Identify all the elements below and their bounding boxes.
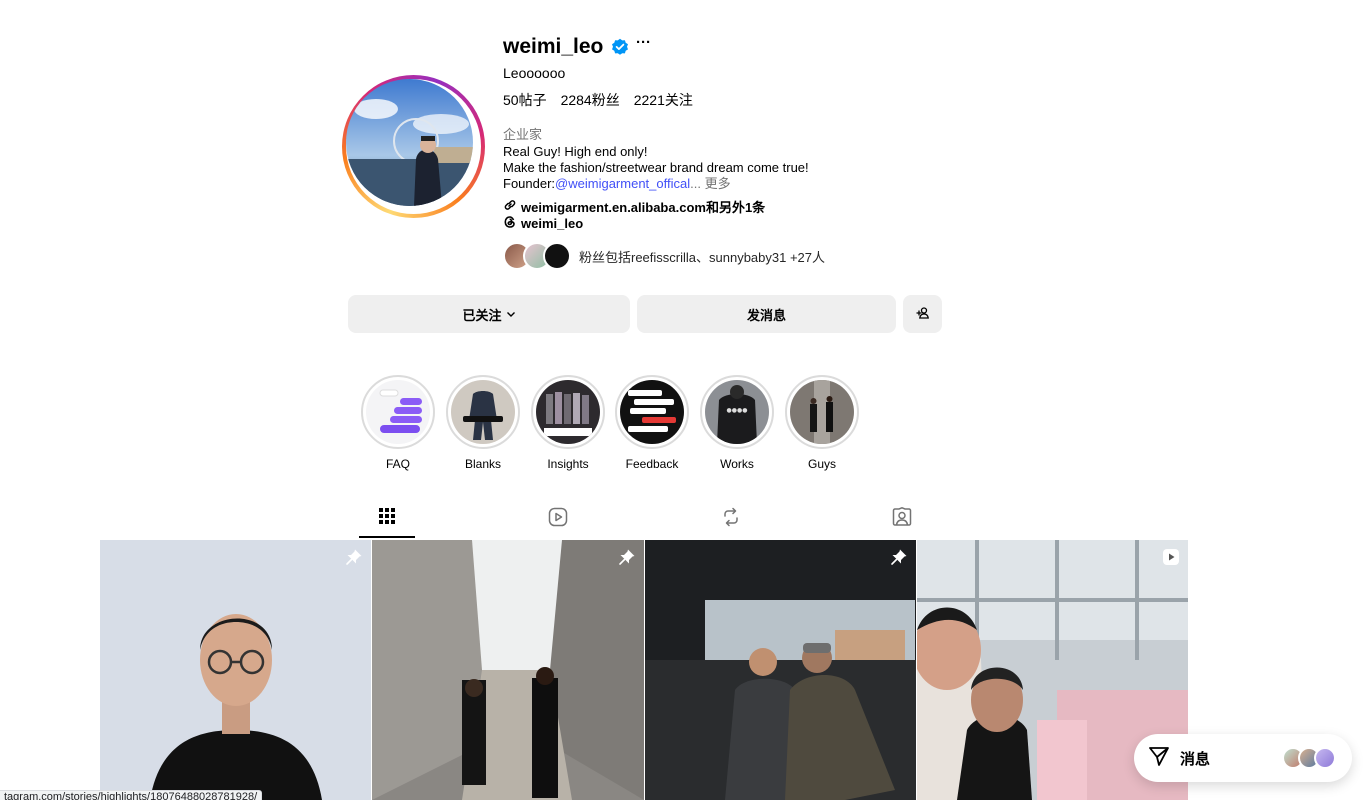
pinned-icon <box>618 548 636 571</box>
bio-founder-prefix: Founder: <box>503 176 556 191</box>
profile-bio: Real Guy! High end only! Make the fashio… <box>503 144 809 192</box>
link-icon <box>503 198 517 215</box>
posts-count: 50帖子 <box>503 92 547 108</box>
post-thumbnail[interactable] <box>100 540 372 800</box>
bio-line: Founder:@weimigarment_offical... 更多 <box>503 176 809 192</box>
suggest-people-button[interactable] <box>903 295 942 333</box>
message-label: 发消息 <box>746 307 786 323</box>
highlight-cover <box>620 380 684 444</box>
reel-icon <box>1162 548 1180 571</box>
bio-more-button[interactable]: ... 更多 <box>690 176 730 191</box>
tab-tagged[interactable] <box>874 500 930 538</box>
follower-avatar <box>543 242 571 270</box>
tab-reposts[interactable] <box>703 500 759 538</box>
highlight-faq[interactable]: FAQ <box>361 375 435 471</box>
highlight-label: Feedback <box>625 457 679 471</box>
highlight-works[interactable]: ●●●● Works <box>700 375 774 471</box>
profile-page: weimi_leo ··· Leoooooo 50帖子 2284粉丝 2221关… <box>0 0 1370 800</box>
profile-username: weimi_leo <box>503 35 604 58</box>
add-user-icon <box>915 306 930 323</box>
message-button[interactable]: 发消息 <box>637 295 896 333</box>
highlight-feedback[interactable]: Feedback <box>615 375 689 471</box>
threads-handle[interactable]: weimi_leo <box>521 216 583 231</box>
followed-by[interactable]: 粉丝包括reefisscrilla、sunnybaby31 +27人 <box>503 242 825 270</box>
external-link[interactable]: weimigarment.en.alibaba.com和另外1条 <box>503 197 765 216</box>
external-link-text[interactable]: weimigarment.en.alibaba.com和另外1条 <box>521 197 765 216</box>
profile-tabs <box>359 500 943 538</box>
highlight-cover <box>451 380 515 444</box>
highlight-label: Works <box>720 457 754 471</box>
verified-badge-icon <box>611 38 629 56</box>
posts-grid-icon <box>378 507 396 530</box>
avatar <box>1314 747 1336 769</box>
profile-stats: 50帖子 2284粉丝 2221关注 <box>503 90 693 110</box>
bio-mention-link[interactable]: @weimigarment_offical <box>555 176 690 191</box>
messages-avatars <box>1282 747 1336 769</box>
tab-posts[interactable] <box>359 500 415 538</box>
profile-category: 企业家 <box>503 127 543 142</box>
highlight-insights[interactable]: Insights <box>531 375 605 471</box>
highlight-cover <box>536 380 600 444</box>
followers-count[interactable]: 2284粉丝 <box>561 90 620 110</box>
post-thumbnail[interactable] <box>644 540 916 800</box>
highlight-cover <box>366 380 430 444</box>
bio-line: Make the fashion/streetwear brand dream … <box>503 160 809 175</box>
avatar-photo <box>346 79 473 206</box>
following-button[interactable]: 已关注 <box>348 295 630 333</box>
following-label: 已关注 <box>462 307 502 323</box>
highlight-guys[interactable]: Guys <box>785 375 859 471</box>
reposts-icon <box>721 507 741 532</box>
tagged-icon <box>892 506 912 532</box>
bio-line: Real Guy! High end only! <box>503 144 648 159</box>
threads-icon <box>503 215 517 232</box>
posts-grid <box>100 540 1188 800</box>
post-thumbnail[interactable] <box>372 540 644 800</box>
svg-text:●●●●: ●●●● <box>727 407 748 414</box>
highlight-cover <box>790 380 854 444</box>
pinned-icon <box>345 548 363 571</box>
following-count[interactable]: 2221关注 <box>634 90 693 110</box>
status-bar-url: tagram.com/stories/highlights/1807648802… <box>0 790 263 800</box>
profile-avatar[interactable] <box>342 75 485 218</box>
chevron-down-icon <box>506 307 516 322</box>
reels-icon <box>548 507 568 532</box>
followed-by-text: 粉丝包括reefisscrilla、sunnybaby31 +27人 <box>579 249 826 265</box>
highlight-label: Insights <box>547 457 589 471</box>
highlight-label: Blanks <box>464 457 502 471</box>
highlight-cover: ●●●● <box>705 380 769 444</box>
profile-full-name: Leoooooo <box>503 65 566 81</box>
messages-bubble[interactable]: 消息 <box>1134 734 1352 782</box>
more-options-icon[interactable]: ··· <box>636 34 651 51</box>
pinned-icon <box>890 548 908 571</box>
highlight-label: Guys <box>807 457 836 471</box>
send-icon <box>1148 745 1170 772</box>
tab-reels[interactable] <box>530 500 586 538</box>
highlight-blanks[interactable]: Blanks <box>446 375 520 471</box>
messages-label: 消息 <box>1180 750 1211 768</box>
highlight-label: FAQ <box>385 457 410 471</box>
threads-link[interactable]: weimi_leo <box>503 215 583 232</box>
